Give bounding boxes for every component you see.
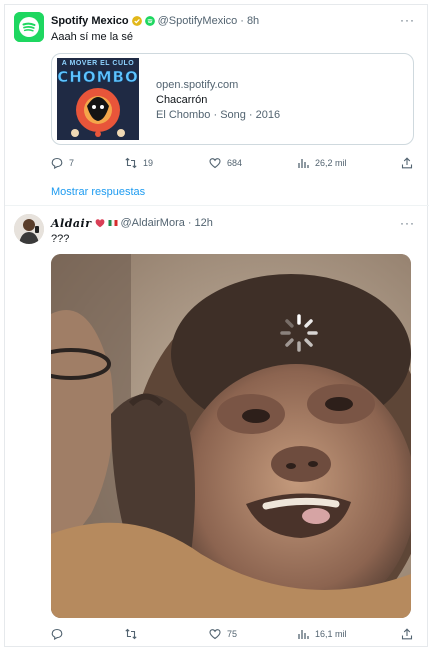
like-button[interactable]: 75 bbox=[209, 626, 237, 642]
heart-icon bbox=[209, 158, 221, 169]
like-count: 684 bbox=[227, 158, 243, 168]
user-avatar-image bbox=[14, 214, 44, 244]
tweet-header: Aldair @AldairMora · 12h bbox=[51, 215, 213, 231]
like-count: 75 bbox=[227, 629, 238, 639]
show-replies-link[interactable]: Mostrar respuestas bbox=[51, 186, 145, 198]
author-name[interactable]: Aldair bbox=[51, 217, 92, 230]
tweet-text: ??? bbox=[51, 233, 70, 245]
like-button[interactable]: 684 bbox=[209, 155, 242, 171]
tweet-aldair[interactable]: Aldair @AldairMora · 12h ··· ??? 75 16,1… bbox=[5, 205, 429, 648]
retweet-button[interactable] bbox=[125, 626, 143, 642]
spotify-affiliate-icon bbox=[144, 16, 155, 26]
views-count: 16,1 mil bbox=[315, 629, 347, 639]
reply-button[interactable]: 7 bbox=[51, 155, 74, 171]
share-icon bbox=[401, 628, 413, 640]
loading-spinner-icon bbox=[280, 314, 318, 352]
author-handle[interactable]: @SpotifyMexico bbox=[158, 15, 238, 27]
album-art-image bbox=[71, 88, 125, 137]
tweet-header: Spotify Mexico @SpotifyMexico · 8h bbox=[51, 13, 259, 29]
timeline: Spotify Mexico @SpotifyMexico · 8h ··· A… bbox=[4, 4, 429, 648]
card-domain: open.spotify.com bbox=[156, 79, 239, 91]
views-icon bbox=[298, 630, 309, 639]
views-button[interactable]: 16,1 mil bbox=[297, 626, 347, 642]
flag-emoji-icon bbox=[108, 220, 118, 226]
action-bar: 75 16,1 mil bbox=[51, 626, 413, 642]
views-icon bbox=[298, 159, 309, 168]
card-subtitle: El Chombo · Song · 2016 bbox=[156, 109, 281, 121]
reply-icon bbox=[51, 628, 63, 640]
share-button[interactable] bbox=[401, 155, 413, 171]
separator-dot: · bbox=[187, 217, 192, 229]
action-bar: 7 19 684 26,2 mil bbox=[51, 155, 413, 171]
share-button[interactable] bbox=[401, 626, 413, 642]
share-icon bbox=[401, 157, 413, 169]
more-icon[interactable]: ··· bbox=[400, 14, 415, 26]
spotify-avatar[interactable] bbox=[14, 12, 44, 42]
retweet-icon bbox=[125, 157, 137, 169]
more-icon[interactable]: ··· bbox=[400, 217, 415, 229]
reply-button[interactable] bbox=[51, 626, 69, 642]
monkey-photo bbox=[51, 254, 411, 618]
aldair-avatar[interactable] bbox=[14, 214, 44, 244]
tweet-spotify-mexico[interactable]: Spotify Mexico @SpotifyMexico · 8h ··· A… bbox=[5, 5, 429, 205]
retweet-button[interactable]: 19 bbox=[125, 155, 153, 171]
verified-badge-icon bbox=[131, 16, 142, 26]
reply-icon bbox=[51, 157, 63, 169]
timestamp[interactable]: 12h bbox=[195, 217, 213, 229]
heart-icon bbox=[209, 629, 221, 640]
views-count: 26,2 mil bbox=[315, 158, 347, 168]
heart-emoji-icon bbox=[95, 219, 104, 228]
card-title: Chacarrón bbox=[156, 94, 208, 106]
author-name[interactable]: Spotify Mexico bbox=[51, 15, 129, 27]
reply-count: 7 bbox=[69, 158, 75, 168]
link-card[interactable]: A MOVER EL CULO CHOMBO open.spotify.com … bbox=[51, 53, 414, 145]
retweet-icon bbox=[125, 628, 137, 640]
album-cover: A MOVER EL CULO CHOMBO bbox=[57, 58, 139, 140]
tweet-media-image[interactable] bbox=[51, 254, 411, 618]
timestamp[interactable]: 8h bbox=[247, 15, 259, 27]
card-text: open.spotify.com Chacarrón El Chombo · S… bbox=[156, 78, 280, 123]
views-button[interactable]: 26,2 mil bbox=[297, 155, 347, 171]
retweet-count: 19 bbox=[143, 158, 154, 168]
separator-dot: · bbox=[240, 15, 244, 27]
author-handle[interactable]: @AldairMora bbox=[121, 217, 185, 229]
spotify-logo-icon bbox=[14, 12, 44, 42]
tweet-text: Aaah sí me la sé bbox=[51, 31, 133, 43]
